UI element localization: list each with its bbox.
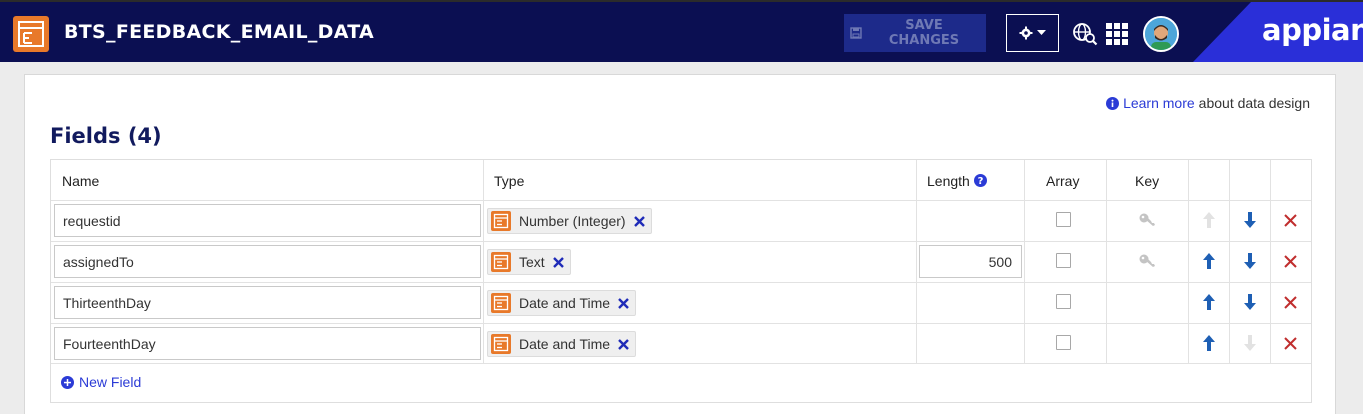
move-up-icon[interactable] <box>1202 335 1216 351</box>
grid-divider <box>51 363 1311 364</box>
remove-type-icon[interactable] <box>552 256 564 268</box>
data-type-icon <box>491 334 511 354</box>
remove-type-icon[interactable] <box>633 215 645 227</box>
move-down-icon[interactable] <box>1243 335 1257 351</box>
data-type-icon <box>491 211 511 231</box>
grid-divider <box>1229 160 1230 363</box>
fields-title: Fields (4) <box>50 124 162 148</box>
delete-field-icon[interactable] <box>1284 296 1297 309</box>
delete-field-icon[interactable] <box>1284 214 1297 227</box>
learn-more-suffix: about data design <box>1198 95 1310 111</box>
grid-divider <box>1270 160 1271 363</box>
array-checkbox[interactable] <box>1056 294 1071 309</box>
column-header-length: Length ? <box>927 160 987 201</box>
column-header-key: Key <box>1135 172 1160 189</box>
move-down-icon[interactable] <box>1243 253 1257 269</box>
help-icon[interactable]: ? <box>973 174 987 187</box>
move-up-icon[interactable] <box>1202 212 1216 228</box>
column-header-array: Array <box>1046 172 1080 189</box>
remove-type-icon[interactable] <box>618 297 629 309</box>
array-checkbox[interactable] <box>1056 253 1071 268</box>
grid-divider <box>51 323 1311 324</box>
data-type-icon <box>491 293 511 313</box>
add-circle-icon <box>61 375 74 389</box>
array-checkbox[interactable] <box>1056 212 1071 227</box>
array-checkbox[interactable] <box>1056 335 1071 350</box>
key-icon[interactable] <box>1138 253 1156 269</box>
column-header-type: Type <box>494 172 525 189</box>
grid-divider <box>51 200 1311 201</box>
field-name-input[interactable]: assignedTo <box>54 245 481 278</box>
key-icon[interactable] <box>1138 212 1156 228</box>
field-type-chip[interactable]: Date and Time <box>487 290 637 316</box>
chevron-down-icon <box>1037 30 1046 35</box>
field-name-input[interactable]: ThirteenthDay <box>54 286 481 319</box>
move-down-icon[interactable] <box>1243 294 1257 310</box>
app-grid-icon[interactable] <box>1105 23 1129 45</box>
data-type-icon <box>491 252 511 272</box>
globe-search-icon[interactable] <box>1072 22 1098 46</box>
column-header-name: Name <box>62 172 100 189</box>
delete-field-icon[interactable] <box>1284 255 1297 268</box>
gear-icon <box>1019 26 1033 40</box>
settings-menu-button[interactable] <box>1006 14 1059 52</box>
app-title: BTS_FEEDBACK_EMAIL_DATA <box>64 21 375 43</box>
grid-divider <box>51 241 1311 242</box>
svg-text:?: ? <box>977 176 983 187</box>
field-type-label: Text <box>519 254 545 270</box>
new-field-button[interactable]: New Field <box>61 374 141 390</box>
field-length-input[interactable]: 500 <box>919 245 1022 278</box>
move-up-icon[interactable] <box>1202 294 1216 310</box>
field-type-label: Number (Integer) <box>519 213 626 229</box>
move-up-icon[interactable] <box>1202 253 1216 269</box>
grid-divider <box>483 160 484 363</box>
length-header-label: Length <box>927 172 970 189</box>
field-type-chip[interactable]: Number (Integer) <box>487 208 652 234</box>
field-type-label: Date and Time <box>519 295 611 311</box>
new-field-label: New Field <box>79 374 142 390</box>
save-icon <box>850 27 862 39</box>
save-changes-button[interactable]: SAVE CHANGES <box>844 14 986 52</box>
field-type-chip[interactable]: Text <box>487 249 571 275</box>
field-type-label: Date and Time <box>519 336 611 352</box>
grid-divider <box>1106 160 1107 363</box>
grid-divider <box>1024 160 1025 363</box>
field-type-chip[interactable]: Date and Time <box>487 331 637 357</box>
grid-divider <box>51 282 1311 283</box>
data-type-logo-icon <box>13 16 49 52</box>
field-name-input[interactable]: FourteenthDay <box>54 327 481 360</box>
info-icon <box>1106 96 1120 110</box>
top-header: BTS_FEEDBACK_EMAIL_DATA SAVE CHANGES app… <box>0 0 1363 62</box>
save-changes-label: SAVE CHANGES <box>888 18 960 48</box>
appian-logo: appian <box>1262 13 1363 47</box>
user-avatar[interactable] <box>1143 16 1179 52</box>
field-name-input[interactable]: requestid <box>54 204 481 237</box>
data-type-panel: Learn more about data design Fields (4) … <box>24 74 1336 414</box>
learn-more-link[interactable]: Learn more <box>1123 95 1195 111</box>
grid-divider <box>1188 160 1189 363</box>
fields-grid: Name Type Length ? Array Key requestid N… <box>50 159 1312 403</box>
delete-field-icon[interactable] <box>1284 337 1297 350</box>
learn-more-row: Learn more about data design <box>1106 95 1310 111</box>
remove-type-icon[interactable] <box>618 338 629 350</box>
grid-divider <box>916 160 917 363</box>
move-down-icon[interactable] <box>1243 212 1257 228</box>
